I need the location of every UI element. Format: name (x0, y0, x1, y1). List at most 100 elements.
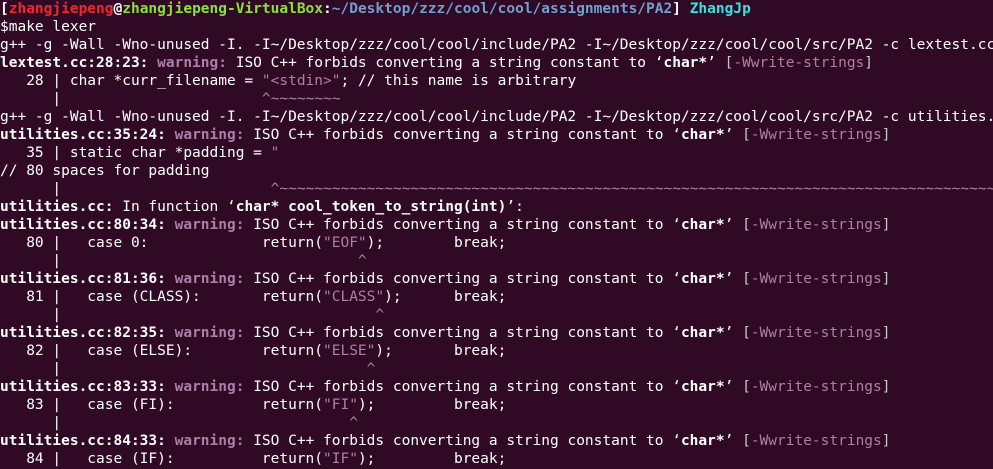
terminal-line: utilities.cc:83:33: warning: ISO C++ for… (0, 378, 993, 396)
terminal-line: 28 | char *curr_filename = "<stdin>"; //… (0, 72, 993, 90)
terminal-text: 28 | char *curr_filename = (0, 73, 262, 89)
terminal-text: ISO C++ forbids converting a string cons… (253, 325, 673, 341)
terminal-text: ); break; (375, 343, 507, 359)
terminal-text: 35 | static char *padding = (0, 145, 271, 161)
terminal-text: | (0, 415, 350, 431)
terminal-text: char* (680, 127, 725, 143)
terminal-line: g++ -g -Wall -Wno-unused -I. -I~/Desktop… (0, 36, 993, 54)
terminal-text: -Wwrite-strings (750, 433, 882, 449)
terminal-text: [ (742, 325, 751, 341)
terminal-text: ’ (707, 55, 725, 71)
terminal-line: | ^ (0, 360, 993, 378)
terminal-text: -Wwrite-strings (733, 55, 865, 71)
prompt-host: zhangjiepeng-VirtualBox (122, 1, 324, 17)
terminal-text: 80 | case 0: return( (0, 235, 324, 251)
terminal-text: ^ (357, 253, 367, 269)
terminal-text: ‘ (227, 199, 236, 215)
terminal-line: 81 | case (CLASS): return("CLASS"); brea… (0, 288, 993, 306)
terminal-line: | ^ (0, 414, 993, 432)
prompt-bracket-close: ] (672, 1, 681, 17)
terminal-text: "IF" (323, 451, 358, 467)
terminal-text: ‘ (672, 379, 681, 395)
terminal-text: ISO C++ forbids converting a string cons… (253, 379, 673, 395)
terminal-text: | (0, 307, 376, 323)
terminal-text: ’ (724, 325, 743, 341)
terminal-text: ] (881, 433, 891, 449)
terminal-text: warning: (174, 127, 254, 143)
terminal-text: ] (881, 325, 891, 341)
terminal-text: 83 | case (FI): return( (0, 397, 324, 413)
terminal-text: utilities.cc: (0, 199, 114, 215)
terminal-line: 83 | case (FI): return("FI"); break; (0, 396, 993, 414)
terminal-text: "ELSE" (323, 343, 376, 359)
prompt-user: zhangjiepeng (8, 1, 114, 17)
terminal-text: ISO C++ forbids converting a string cons… (235, 55, 655, 71)
terminal-text: | (0, 181, 271, 197)
terminal-text: ‘ (672, 127, 681, 143)
terminal-line: 84 | case (IF): return("IF"); break; (0, 450, 993, 468)
terminal-text: ^ (375, 307, 385, 323)
terminal-text: " (270, 145, 280, 161)
terminal-text: ISO C++ forbids converting a string cons… (253, 217, 673, 233)
terminal-line: utilities.cc:84:33: warning: ISO C++ for… (0, 432, 993, 450)
terminal-line: utilities.cc:80:34: warning: ISO C++ for… (0, 216, 993, 234)
terminal-line: // 80 spaces for padding (0, 162, 993, 180)
terminal-text: utilities.cc:82:35: (0, 325, 175, 341)
prompt-path: ~/Desktop/zzz/cool/cool/assignments/PA2 (331, 1, 673, 17)
terminal-text: g++ -g -Wall -Wno-unused -I. -I~/Desktop… (0, 37, 993, 53)
terminal-text: ] (881, 271, 891, 287)
terminal-text: ISO C++ forbids converting a string cons… (253, 127, 673, 143)
terminal-text: | (0, 361, 367, 377)
terminal-text: char* (680, 271, 725, 287)
terminal-text: char* (680, 325, 725, 341)
terminal-text: "<stdin>" (261, 73, 341, 89)
terminal-text: -Wwrite-strings (750, 127, 882, 143)
terminal-text: char* cool_token_to_string(int) (235, 199, 507, 215)
terminal-text: -Wwrite-strings (750, 379, 882, 395)
terminal-text: ); break; (384, 289, 507, 305)
terminal-line: g++ -g -Wall -Wno-unused -I. -I~/Desktop… (0, 108, 993, 126)
terminal-text: ^ (349, 415, 358, 431)
terminal-text: 81 | case (CLASS): return( (0, 289, 324, 305)
terminal-line: | ^~~~~~~~~ (0, 90, 993, 108)
terminal-text: ’ (724, 271, 743, 287)
terminal-text: 82 | case (ELSE): return( (0, 343, 324, 359)
terminal-text: -Wwrite-strings (750, 325, 882, 341)
terminal-text: warning: (174, 325, 254, 341)
terminal-text: $make lexer (0, 19, 97, 35)
terminal-text: ); break; (366, 235, 507, 251)
terminal-line: | ^ (0, 252, 993, 270)
terminal-text: -Wwrite-strings (750, 217, 882, 233)
terminal-text: "EOF" (323, 235, 367, 251)
terminal-text: [ (742, 271, 751, 287)
terminal-text: warning: (174, 379, 254, 395)
terminal-text: warning: (174, 433, 254, 449)
terminal-text: ^~~~~~~~~~~~~~~~~~~~~~~~~~~~~~~~~~~~~~~~… (270, 181, 993, 197)
terminal-line: utilities.cc:81:36: warning: ISO C++ for… (0, 270, 993, 288)
terminal-text: ’ (724, 379, 743, 395)
terminal-window[interactable]: [zhangjiepeng@zhangjiepeng-VirtualBox:~/… (0, 0, 993, 469)
terminal-text: warning: (157, 55, 236, 71)
terminal-line: 35 | static char *padding = " (0, 144, 993, 162)
terminal-text: utilities.cc:84:33: (0, 433, 175, 449)
terminal-text: [ (742, 127, 751, 143)
prompt-name: ZhangJp (689, 1, 751, 17)
terminal-text: lextest.cc:28:23: (0, 55, 158, 71)
terminal-line: lextest.cc:28:23: warning: ISO C++ forbi… (0, 54, 993, 72)
prompt-colon: : (323, 1, 332, 17)
terminal-text: 84 | case (IF): return( (0, 451, 324, 467)
terminal-line: 82 | case (ELSE): return("ELSE"); break; (0, 342, 993, 360)
terminal-text: ); break; (357, 451, 507, 467)
terminal-text: | (0, 253, 358, 269)
terminal-text: "FI" (323, 397, 358, 413)
terminal-text: ‘ (672, 325, 681, 341)
terminal-text: ISO C++ forbids converting a string cons… (253, 433, 673, 449)
terminal-text: [ (742, 217, 751, 233)
terminal-text: char* (680, 433, 725, 449)
terminal-line: utilities.cc:82:35: warning: ISO C++ for… (0, 324, 993, 342)
terminal-text: utilities.cc:81:36: (0, 271, 175, 287)
terminal-text: ^~~~~~~~~ (261, 91, 341, 107)
terminal-text: ’: (506, 199, 524, 215)
terminal-text: utilities.cc:83:33: (0, 379, 175, 395)
terminal-text: ); break; (357, 397, 507, 413)
